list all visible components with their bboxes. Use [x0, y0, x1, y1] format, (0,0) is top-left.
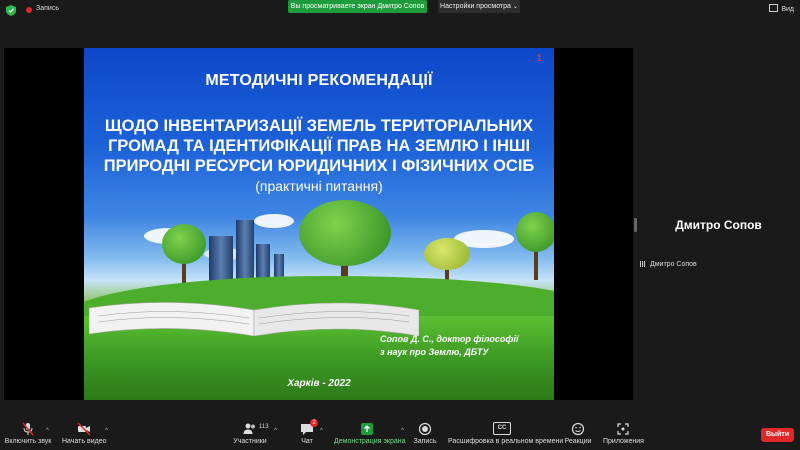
grid-view-icon	[769, 4, 779, 12]
view-label: Вид	[781, 6, 794, 13]
slide-title-line: ГРОМАД ТА ІДЕНТИФІКАЦІЇ ПРАВ НА ЗЕМЛЮ І …	[107, 137, 531, 155]
recording-dot-icon	[26, 7, 32, 13]
participants-button[interactable]: 113 Участники	[232, 422, 269, 445]
chevron-down-icon: ⌄	[512, 4, 518, 10]
security-shield-icon[interactable]	[6, 5, 16, 16]
share-caret-icon[interactable]: ^	[401, 428, 404, 434]
chat-button[interactable]: 2 Чат	[296, 419, 318, 445]
reactions-button[interactable]: Реакции	[564, 422, 592, 445]
presentation-slide: 1 МЕТОДИЧНІ РЕКОМЕНДАЦІЇ ЩОДО ІНВЕНТАРИЗ…	[84, 48, 554, 400]
view-options-label: Настройки просмотра	[440, 3, 511, 10]
chat-caret-icon[interactable]: ^	[320, 428, 323, 434]
share-screen-label: Демонстрация экрана	[334, 438, 406, 445]
slide-title-line: ПРИРОДНІ РЕСУРСИ ЮРИДИЧНИХ І ФІЗИЧНИХ ОС…	[103, 157, 535, 175]
apps-icon	[617, 423, 629, 435]
author-line: з наук про Землю, ДБТУ	[380, 347, 489, 357]
leave-meeting-button[interactable]: Выйти	[761, 428, 794, 442]
unmute-label: Включить звук	[4, 438, 52, 445]
view-options-button[interactable]: Настройки просмотра ⌄	[438, 0, 520, 13]
cloud-decoration	[254, 214, 294, 228]
video-options-caret-icon[interactable]: ^	[105, 428, 108, 434]
audio-options-caret-icon[interactable]: ^	[46, 428, 49, 434]
record-button[interactable]: Запись	[412, 422, 438, 445]
closed-captions-icon: CC	[493, 422, 511, 435]
recording-label[interactable]: Запись	[36, 5, 59, 12]
open-book-icon	[89, 302, 419, 336]
screen-share-banner: Вы просматриваете экран Дмитро Сопов	[288, 0, 427, 13]
participants-caret-icon[interactable]: ^	[274, 428, 277, 434]
chat-unread-badge: 2	[310, 419, 318, 427]
participants-label: Участники	[233, 438, 267, 445]
top-bar: Запись Вы просматриваете экран Дмитро Со…	[0, 0, 800, 20]
live-transcript-label: Расшифровка в реальном времени	[448, 438, 564, 445]
meeting-toolbar: Включить звук ^ Начать видео ^ 113 Участ…	[0, 419, 800, 450]
camera-off-icon	[77, 422, 91, 436]
participant-name-large: Дмитро Сопов	[675, 218, 762, 232]
apps-label: Приложения	[603, 438, 644, 445]
start-video-label: Начать видео	[62, 438, 107, 445]
live-transcript-button[interactable]: CC Расшифровка в реальном времени	[448, 422, 564, 445]
signal-strength-icon	[640, 261, 647, 267]
apps-button[interactable]: Приложения	[603, 422, 644, 445]
microphone-muted-icon	[22, 422, 34, 436]
chat-label: Чат	[301, 438, 313, 445]
slide-subtitle: (практичні питання)	[255, 178, 383, 194]
author-line: Сопов Д. С., доктор філософії	[380, 334, 519, 344]
shared-screen: 1 МЕТОДИЧНІ РЕКОМЕНДАЦІЇ ЩОДО ІНВЕНТАРИЗ…	[4, 48, 633, 400]
participant-name-small: Дмитро Сопов	[650, 261, 697, 268]
slide-title-body: ЩОДО ІНВЕНТАРИЗАЦІЇ ЗЕМЕЛЬ ТЕРИТОРІАЛЬНИ…	[84, 116, 554, 176]
record-icon	[418, 422, 432, 436]
smiley-reaction-icon	[571, 422, 585, 436]
participant-name-tag: Дмитро Сопов	[640, 261, 697, 268]
view-button[interactable]: Вид	[769, 4, 794, 13]
reactions-label: Реакции	[564, 438, 592, 445]
slide-author: Сопов Д. С., доктор філософії з наук про…	[380, 333, 518, 359]
start-video-button[interactable]: Начать видео	[62, 422, 106, 445]
record-label: Запись	[413, 438, 437, 445]
slide-title-heading: МЕТОДИЧНІ РЕКОМЕНДАЦІЇ	[205, 72, 433, 89]
unmute-button[interactable]: Включить звук	[4, 422, 52, 445]
slide-title-line: ЩОДО ІНВЕНТАРИЗАЦІЇ ЗЕМЕЛЬ ТЕРИТОРІАЛЬНИ…	[104, 117, 534, 135]
tree-decoration	[516, 212, 554, 282]
slide-city-year: Харків - 2022	[287, 378, 351, 389]
share-screen-icon	[361, 423, 373, 435]
share-screen-button[interactable]: Демонстрация экрана	[334, 422, 406, 445]
participants-count: 113	[259, 424, 269, 430]
slide-number: 1	[536, 53, 542, 64]
participants-icon	[243, 423, 255, 434]
